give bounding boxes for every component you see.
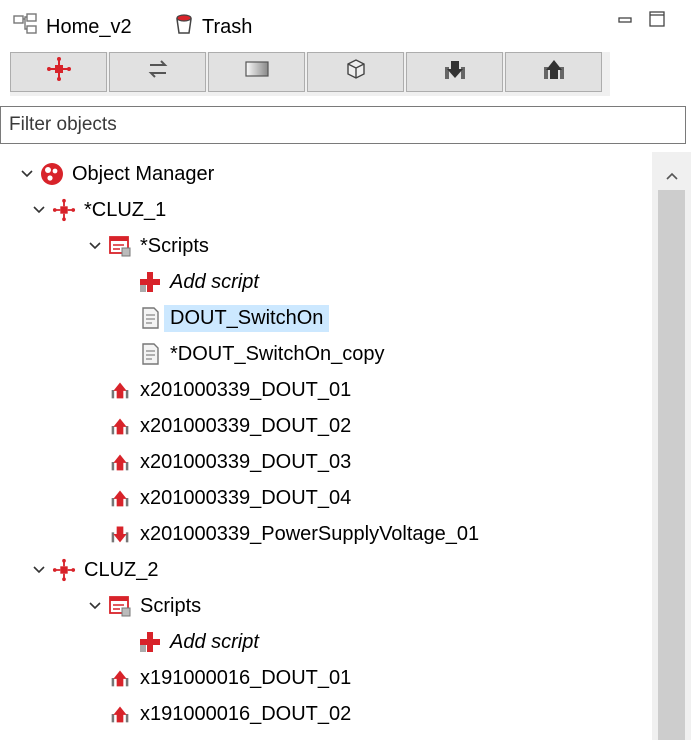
tree-item-label: Scripts: [140, 594, 202, 617]
tree-item-dout-output[interactable]: x201000339_DOUT_02: [108, 408, 351, 444]
tree-item-label: x201000339_DOUT_04: [140, 486, 352, 509]
tab-trash[interactable]: Trash: [172, 10, 282, 44]
tab-home-v2[interactable]: Home_v2: [12, 10, 162, 44]
object-manager-icon: [40, 162, 64, 186]
tree-item-script-dout-switchon[interactable]: DOUT_SwitchOn: [138, 300, 330, 336]
home-project-icon: [12, 12, 40, 42]
toolbar: [10, 52, 610, 96]
tree-item-dout-output[interactable]: x201000339_DOUT_04: [108, 480, 351, 516]
object-tree: Object Manager *CLUZ_1 *Scripts Add scri…: [0, 152, 652, 740]
tree-item-label: x191000016_DOUT_02: [140, 702, 352, 725]
tree-item-label: Add script: [170, 630, 259, 653]
chevron-down-icon[interactable]: [28, 559, 50, 581]
cluz-device-button[interactable]: [10, 52, 107, 92]
tree-item-cluz-1[interactable]: *CLUZ_1: [28, 192, 166, 228]
scripts-folder-icon: [108, 594, 132, 618]
chevron-down-icon[interactable]: [84, 595, 106, 617]
tree-item-label: x201000339_PowerSupplyVoltage_01: [140, 522, 480, 545]
tab-bar: Home_v2 Trash: [0, 0, 691, 44]
script-document-icon: [138, 342, 162, 366]
import-button[interactable]: [406, 52, 503, 92]
object-box-button[interactable]: [307, 52, 404, 92]
tree-item-label: *CLUZ_1: [84, 198, 167, 221]
tree-item-add-script[interactable]: Add script: [138, 624, 259, 660]
tab-trash-label: Trash: [202, 15, 253, 38]
trash-icon: [172, 12, 196, 42]
cluz-device-icon: [52, 198, 76, 222]
tree-item-label: x191000016_DOUT_01: [140, 666, 352, 689]
vertical-scrollbar[interactable]: [652, 152, 691, 740]
tree-item-label: DOUT_SwitchOn: [164, 304, 330, 332]
tree-item-scripts[interactable]: Scripts: [84, 588, 201, 624]
tree-item-label: Add script: [170, 270, 259, 293]
panel-button[interactable]: [208, 52, 305, 92]
add-script-icon: [138, 630, 162, 654]
tree-item-label: Object Manager: [72, 162, 215, 185]
cluz-device-icon: [52, 558, 76, 582]
maximize-button[interactable]: [645, 10, 669, 34]
scrollbar-thumb[interactable]: [658, 190, 685, 740]
cluz-device-icon: [46, 56, 72, 88]
output-arrow-icon: [108, 414, 132, 438]
panel-icon: [244, 58, 270, 86]
filter-objects-input[interactable]: [0, 106, 686, 144]
tree-item-label: CLUZ_2: [84, 558, 159, 581]
scripts-folder-icon: [108, 234, 132, 258]
scroll-up-button[interactable]: [652, 160, 691, 190]
output-arrow-icon: [108, 450, 132, 474]
tree-item-dout-output[interactable]: x201000339_DOUT_01: [108, 372, 351, 408]
chevron-up-icon: [665, 164, 679, 187]
output-arrow-icon: [108, 486, 132, 510]
minimize-button[interactable]: [613, 10, 637, 34]
swap-button[interactable]: [109, 52, 206, 92]
tree-item-power-supply-input[interactable]: x201000339_PowerSupplyVoltage_01: [108, 516, 479, 552]
output-arrow-icon: [108, 702, 132, 726]
chevron-down-icon[interactable]: [84, 235, 106, 257]
chevron-down-icon[interactable]: [16, 163, 38, 185]
download-icon: [443, 57, 467, 87]
tree-item-label: *Scripts: [140, 234, 209, 257]
tree-item-dout-output[interactable]: x191000016_DOUT_02: [108, 696, 351, 732]
tree-item-add-script[interactable]: Add script: [138, 264, 259, 300]
tree-item-cluz-2[interactable]: CLUZ_2: [28, 552, 158, 588]
export-button[interactable]: [505, 52, 602, 92]
minimize-icon: [617, 11, 633, 34]
script-document-icon: [138, 306, 162, 330]
tree-item-object-manager[interactable]: Object Manager: [16, 156, 214, 192]
tab-home-label: Home_v2: [46, 15, 132, 38]
maximize-icon: [648, 10, 666, 34]
chevron-down-icon[interactable]: [28, 199, 50, 221]
box-icon: [344, 57, 368, 87]
tree-item-dout-output[interactable]: x201000339_DOUT_03: [108, 444, 351, 480]
tree-item-script-dout-switchon-copy[interactable]: *DOUT_SwitchOn_copy: [138, 336, 385, 372]
tree-item-label: x201000339_DOUT_02: [140, 414, 352, 437]
tree-item-scripts[interactable]: *Scripts: [84, 228, 209, 264]
add-script-icon: [138, 270, 162, 294]
tree-item-label: x201000339_DOUT_01: [140, 378, 352, 401]
tree-item-dout-output[interactable]: x191000016_DOUT_01: [108, 660, 351, 696]
tree-item-label: x201000339_DOUT_03: [140, 450, 352, 473]
input-arrow-icon: [108, 522, 132, 546]
upload-icon: [542, 57, 566, 87]
swap-arrows-icon: [145, 56, 171, 88]
output-arrow-icon: [108, 378, 132, 402]
tree-item-label: *DOUT_SwitchOn_copy: [170, 342, 385, 365]
output-arrow-icon: [108, 666, 132, 690]
